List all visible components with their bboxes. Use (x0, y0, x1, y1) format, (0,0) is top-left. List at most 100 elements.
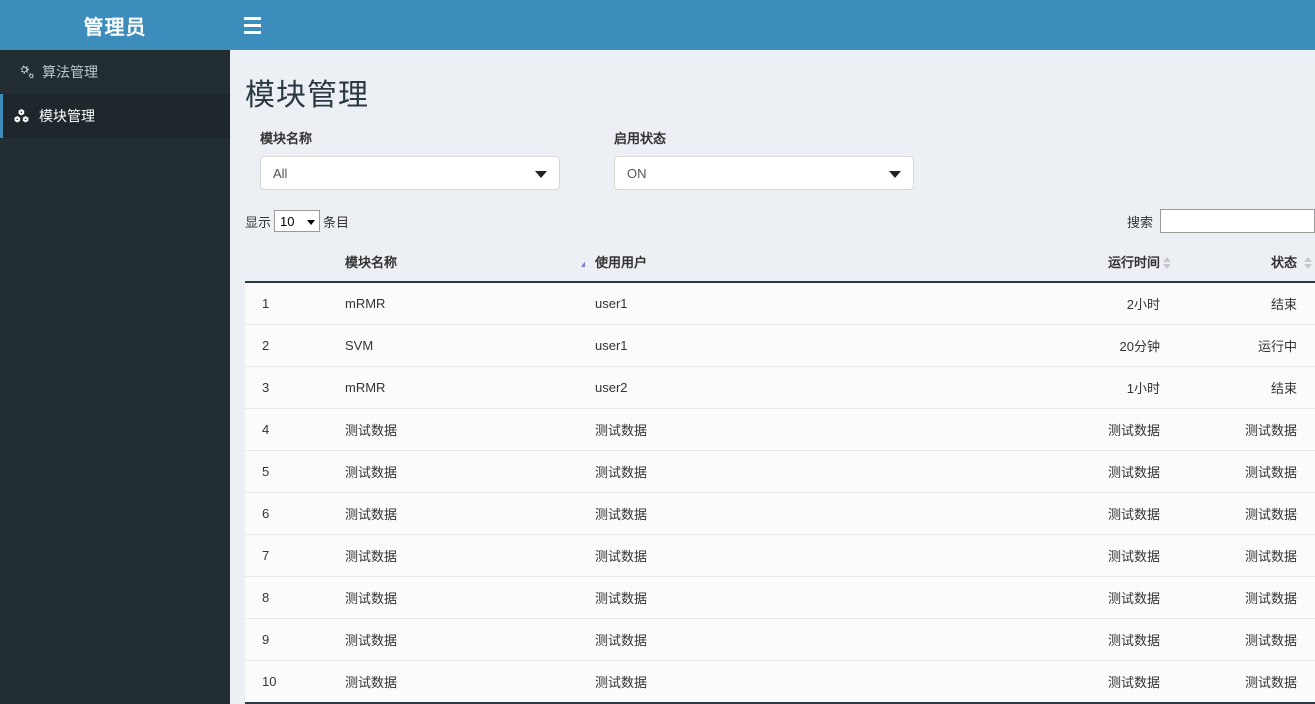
cell-user: user1 (585, 282, 955, 325)
cell-user: 测试数据 (585, 618, 955, 661)
cell-module: 测试数据 (335, 618, 585, 661)
page-length-control: 显示 10 条目 (245, 210, 349, 232)
cell-status: 测试数据 (1170, 492, 1315, 535)
column-header-label: 模块名称 (345, 255, 398, 270)
table-row[interactable]: 5 测试数据 测试数据 测试数据 测试数据 (245, 450, 1315, 493)
table-row[interactable]: 2 SVM user1 20分钟 运行中 (245, 324, 1315, 367)
sidebar-item-label: 算法管理 (42, 64, 98, 80)
cell-user: 测试数据 (585, 660, 955, 704)
cell-index: 9 (245, 618, 335, 661)
column-header-user[interactable]: 使用用户 (585, 244, 966, 283)
cell-index: 1 (245, 282, 335, 325)
main-content: 模块管理 模块名称 All 启用状态 ON 显示 10 条目 搜索 模块名称 使… (230, 50, 1315, 704)
column-header-index[interactable] (245, 244, 335, 283)
cell-module: mRMR (335, 282, 585, 325)
table-row[interactable]: 3 mRMR user2 1小时 结束 (245, 366, 1315, 409)
filter-module-name: 模块名称 All (260, 128, 560, 190)
sidebar: 管理员 算法管理 模块管理 (0, 0, 230, 704)
cell-runtime: 20分钟 (955, 324, 1170, 367)
page-length-suffix: 条目 (323, 214, 350, 230)
cell-user: 测试数据 (585, 450, 955, 493)
cell-index: 4 (245, 408, 335, 451)
table-head: 模块名称 使用用户 运行时间 状态 (245, 244, 1315, 283)
search-label: 搜索 (1126, 214, 1153, 230)
column-header-label: 运行时间 (1107, 255, 1160, 270)
table-row[interactable]: 8 测试数据 测试数据 测试数据 测试数据 (245, 576, 1315, 619)
column-header-status[interactable]: 状态 (1170, 244, 1315, 283)
cell-module: 测试数据 (335, 660, 585, 704)
cell-index: 6 (245, 492, 335, 535)
chevron-down-icon (307, 220, 316, 225)
cell-index: 2 (245, 324, 335, 367)
cell-user: 测试数据 (585, 534, 955, 577)
topbar (230, 0, 1315, 50)
search-input[interactable] (1160, 209, 1315, 233)
page-title: 模块管理 (245, 79, 369, 112)
cell-status: 测试数据 (1170, 576, 1315, 619)
cell-module: 测试数据 (335, 408, 585, 451)
cell-status: 测试数据 (1170, 450, 1315, 493)
datatable-controls: 显示 10 条目 搜索 (245, 204, 1315, 238)
cell-user: 测试数据 (585, 576, 955, 619)
sidebar-item-module-management[interactable]: 模块管理 (0, 94, 230, 138)
cell-index: 5 (245, 450, 335, 493)
cell-module: SVM (335, 324, 585, 367)
cogs-icon (16, 63, 42, 81)
search-control: 搜索 (1127, 209, 1315, 233)
cell-status: 测试数据 (1170, 618, 1315, 661)
table-row[interactable]: 6 测试数据 测试数据 测试数据 测试数据 (245, 492, 1315, 535)
page-length-value: 10 (280, 213, 295, 229)
brand-label: 管理员 (83, 16, 147, 39)
cell-module: 测试数据 (335, 576, 585, 619)
cell-module: 测试数据 (335, 534, 585, 577)
cubes-icon (13, 107, 39, 125)
hamburger-icon[interactable] (244, 13, 270, 37)
sidebar-item-label: 模块管理 (39, 108, 95, 124)
column-header-module-name[interactable]: 模块名称 (335, 244, 591, 283)
cell-status: 运行中 (1170, 324, 1315, 367)
cell-runtime: 2小时 (955, 282, 1170, 325)
cell-runtime: 测试数据 (955, 534, 1170, 577)
filter-bar: 模块名称 All 启用状态 ON (260, 128, 1315, 190)
page-length-prefix: 显示 (245, 214, 272, 230)
datatable-panel: 显示 10 条目 搜索 模块名称 使用用户 运行时间 状态 1 mRMR use… (245, 204, 1315, 704)
table-row[interactable]: 7 测试数据 测试数据 测试数据 测试数据 (245, 534, 1315, 577)
cell-user: 测试数据 (585, 408, 955, 451)
enable-status-select[interactable]: ON (614, 156, 914, 190)
page-length-select[interactable]: 10 (274, 210, 321, 232)
table-row[interactable]: 4 测试数据 测试数据 测试数据 测试数据 (245, 408, 1315, 451)
cell-runtime: 测试数据 (955, 408, 1170, 451)
enable-status-select-value: ON (627, 165, 647, 181)
table-row[interactable]: 9 测试数据 测试数据 测试数据 测试数据 (245, 618, 1315, 661)
cell-status: 结束 (1170, 366, 1315, 409)
cell-runtime: 测试数据 (955, 660, 1170, 704)
sidebar-item-algorithm-management[interactable]: 算法管理 (0, 50, 230, 94)
cell-status: 结束 (1170, 282, 1315, 325)
sidebar-nav: 算法管理 模块管理 (0, 50, 230, 138)
filter-enable-status: 启用状态 ON (614, 128, 914, 190)
table-row[interactable]: 10 测试数据 测试数据 测试数据 测试数据 (245, 660, 1315, 704)
cell-module: 测试数据 (335, 492, 585, 535)
caret-down-icon (889, 171, 901, 178)
module-name-select-value: All (273, 165, 288, 181)
filter-label: 启用状态 (614, 131, 667, 146)
cell-module: 测试数据 (335, 450, 585, 493)
hamburger-bar (244, 30, 261, 34)
admin-dashboard: 管理员 算法管理 模块管理 模块管理 模块名称 All 启用状态 ON 显示 1… (0, 0, 1315, 704)
cell-index: 3 (245, 366, 335, 409)
caret-down-icon (535, 171, 547, 178)
column-header-runtime[interactable]: 运行时间 (955, 244, 1171, 283)
cell-runtime: 测试数据 (955, 618, 1170, 661)
modules-table: 模块名称 使用用户 运行时间 状态 1 mRMR user1 2小时 结束 2 … (245, 244, 1315, 704)
filter-label: 模块名称 (260, 131, 313, 146)
cell-runtime: 测试数据 (955, 576, 1170, 619)
table-row[interactable]: 1 mRMR user1 2小时 结束 (245, 282, 1315, 325)
module-name-select[interactable]: All (260, 156, 560, 190)
cell-user: user2 (585, 366, 955, 409)
cell-runtime: 测试数据 (955, 450, 1170, 493)
sort-both-icon (1304, 255, 1313, 271)
cell-status: 测试数据 (1170, 534, 1315, 577)
cell-index: 7 (245, 534, 335, 577)
hamburger-bar (244, 16, 261, 20)
cell-index: 10 (245, 660, 335, 704)
